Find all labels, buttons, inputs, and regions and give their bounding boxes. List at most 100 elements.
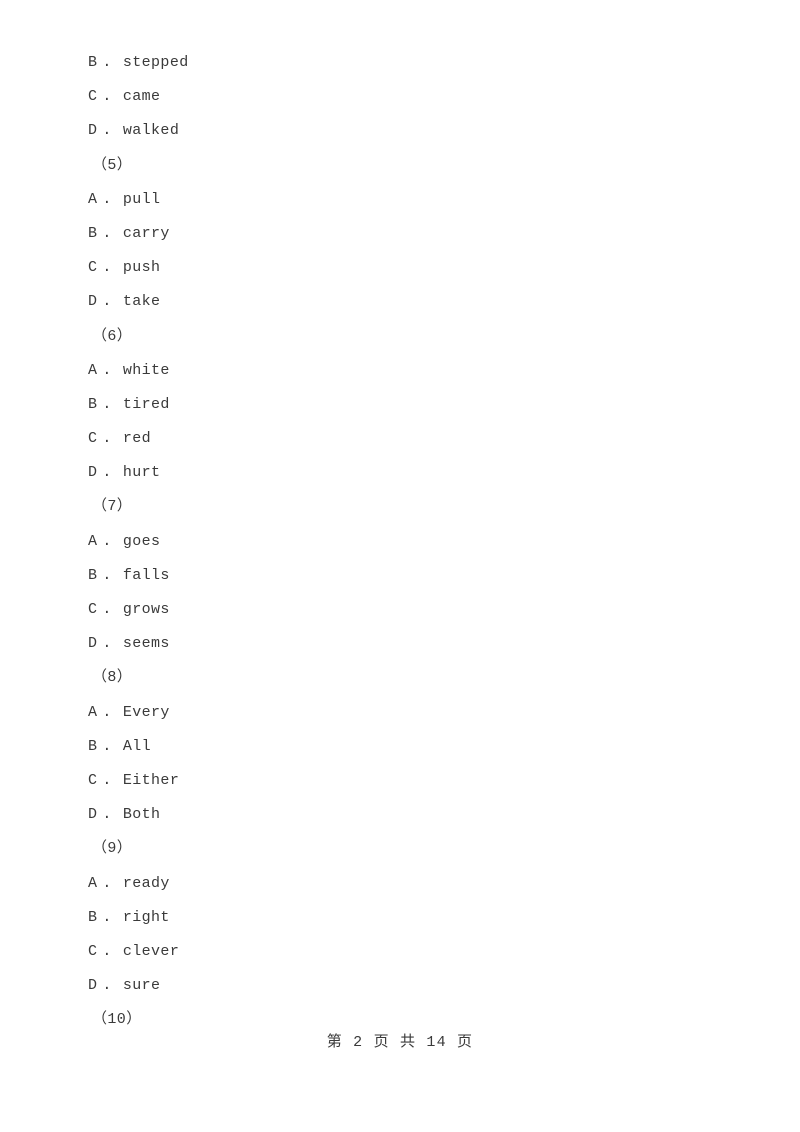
option-letter: C bbox=[88, 259, 98, 277]
option-text: grows bbox=[122, 601, 170, 618]
option-letter: B bbox=[88, 224, 98, 242]
question-number: （5） bbox=[92, 156, 133, 174]
option-separator: . bbox=[102, 190, 112, 208]
option-text: goes bbox=[122, 532, 161, 550]
option-separator: . bbox=[102, 293, 112, 311]
option-letter: A bbox=[88, 190, 98, 208]
option-letter: B bbox=[88, 54, 98, 71]
option-letter: C bbox=[88, 601, 98, 618]
option-separator: . bbox=[102, 464, 112, 482]
answer-option: C. clever bbox=[0, 935, 800, 969]
option-text: sure bbox=[122, 977, 161, 995]
answer-option: D. walked bbox=[0, 114, 800, 148]
option-text: stepped bbox=[122, 54, 189, 71]
question-number: （6） bbox=[92, 327, 133, 345]
answer-option: B. tired bbox=[0, 388, 800, 422]
question-number: （7） bbox=[92, 498, 133, 516]
answer-option: C. push bbox=[0, 251, 800, 285]
answer-option: B. carry bbox=[0, 217, 800, 251]
option-letter: C bbox=[88, 771, 98, 789]
answer-option: D. Both bbox=[0, 798, 800, 832]
option-letter: D bbox=[88, 122, 98, 140]
option-text: seems bbox=[122, 635, 170, 653]
page-footer: 第 2 页 共 14 页 bbox=[326, 1034, 474, 1051]
option-letter: B bbox=[88, 737, 98, 755]
option-letter: D bbox=[88, 293, 98, 311]
answer-option: B. falls bbox=[0, 559, 800, 593]
option-separator: . bbox=[102, 908, 112, 926]
option-text: red bbox=[122, 430, 152, 448]
option-separator: . bbox=[102, 122, 112, 140]
option-text: came bbox=[122, 88, 161, 106]
option-separator: . bbox=[102, 635, 112, 653]
answer-option: C. Either bbox=[0, 764, 800, 798]
option-letter: D bbox=[88, 977, 98, 995]
option-text: Either bbox=[122, 771, 180, 789]
option-text: ready bbox=[122, 874, 170, 892]
answer-option: A. goes bbox=[0, 525, 800, 559]
option-separator: . bbox=[102, 430, 112, 448]
option-separator: . bbox=[102, 54, 112, 71]
option-separator: . bbox=[102, 601, 112, 618]
document-page: B. stepped C. came D. walked （5） A. pull B. carry C… bbox=[0, 0, 800, 1132]
option-text: clever bbox=[122, 942, 180, 960]
answer-option: A. white bbox=[0, 354, 800, 388]
option-separator: . bbox=[102, 395, 112, 413]
answer-option: A. Every bbox=[0, 696, 800, 730]
option-letter: B bbox=[88, 566, 98, 584]
option-text: push bbox=[122, 259, 161, 277]
question-number: （9） bbox=[92, 840, 133, 858]
option-separator: . bbox=[102, 566, 112, 584]
answer-option: D. sure bbox=[0, 969, 800, 1003]
answer-option: B. right bbox=[0, 901, 800, 935]
option-text: Both bbox=[122, 806, 161, 824]
answer-option: D. take bbox=[0, 285, 800, 319]
question-list: B. stepped C. came D. walked （5） A. pull B. carry C… bbox=[0, 46, 800, 1037]
option-letter: B bbox=[88, 908, 98, 926]
question-number: （8） bbox=[92, 669, 133, 687]
option-separator: . bbox=[102, 259, 112, 277]
option-separator: . bbox=[102, 88, 112, 106]
option-letter: A bbox=[88, 361, 98, 379]
answer-option: C. came bbox=[0, 80, 800, 114]
option-separator: . bbox=[102, 361, 112, 379]
option-letter: C bbox=[88, 430, 98, 448]
answer-option: C. red bbox=[0, 422, 800, 456]
answer-option: A. ready bbox=[0, 867, 800, 901]
option-text: walked bbox=[122, 122, 180, 140]
option-letter: A bbox=[88, 874, 98, 892]
option-separator: . bbox=[102, 703, 112, 721]
option-separator: . bbox=[102, 532, 112, 550]
option-separator: . bbox=[102, 806, 112, 824]
answer-option: A. pull bbox=[0, 183, 800, 217]
option-text: pull bbox=[122, 190, 161, 208]
option-separator: . bbox=[102, 771, 112, 789]
option-separator: . bbox=[102, 737, 112, 755]
option-separator: . bbox=[102, 942, 112, 960]
option-letter: A bbox=[88, 532, 98, 550]
answer-option: B. stepped bbox=[0, 46, 800, 80]
option-letter: C bbox=[88, 942, 98, 960]
option-letter: A bbox=[88, 703, 98, 721]
answer-option: D. hurt bbox=[0, 456, 800, 490]
option-letter: D bbox=[88, 635, 98, 653]
option-separator: . bbox=[102, 224, 112, 242]
option-text: tired bbox=[122, 395, 170, 413]
option-separator: . bbox=[102, 977, 112, 995]
option-text: right bbox=[122, 908, 170, 926]
option-text: All bbox=[122, 737, 152, 755]
option-letter: C bbox=[88, 88, 98, 106]
option-text: Every bbox=[122, 703, 170, 721]
option-text: falls bbox=[122, 566, 170, 584]
answer-option: B. All bbox=[0, 730, 800, 764]
option-separator: . bbox=[102, 874, 112, 892]
option-letter: D bbox=[88, 464, 98, 482]
option-letter: D bbox=[88, 806, 98, 824]
option-text: carry bbox=[122, 224, 170, 242]
option-letter: B bbox=[88, 395, 98, 413]
answer-option: D. seems bbox=[0, 627, 800, 661]
option-text: white bbox=[122, 361, 170, 379]
answer-option: C. grows bbox=[0, 593, 800, 627]
option-text: hurt bbox=[122, 464, 161, 482]
option-text: take bbox=[122, 293, 161, 311]
